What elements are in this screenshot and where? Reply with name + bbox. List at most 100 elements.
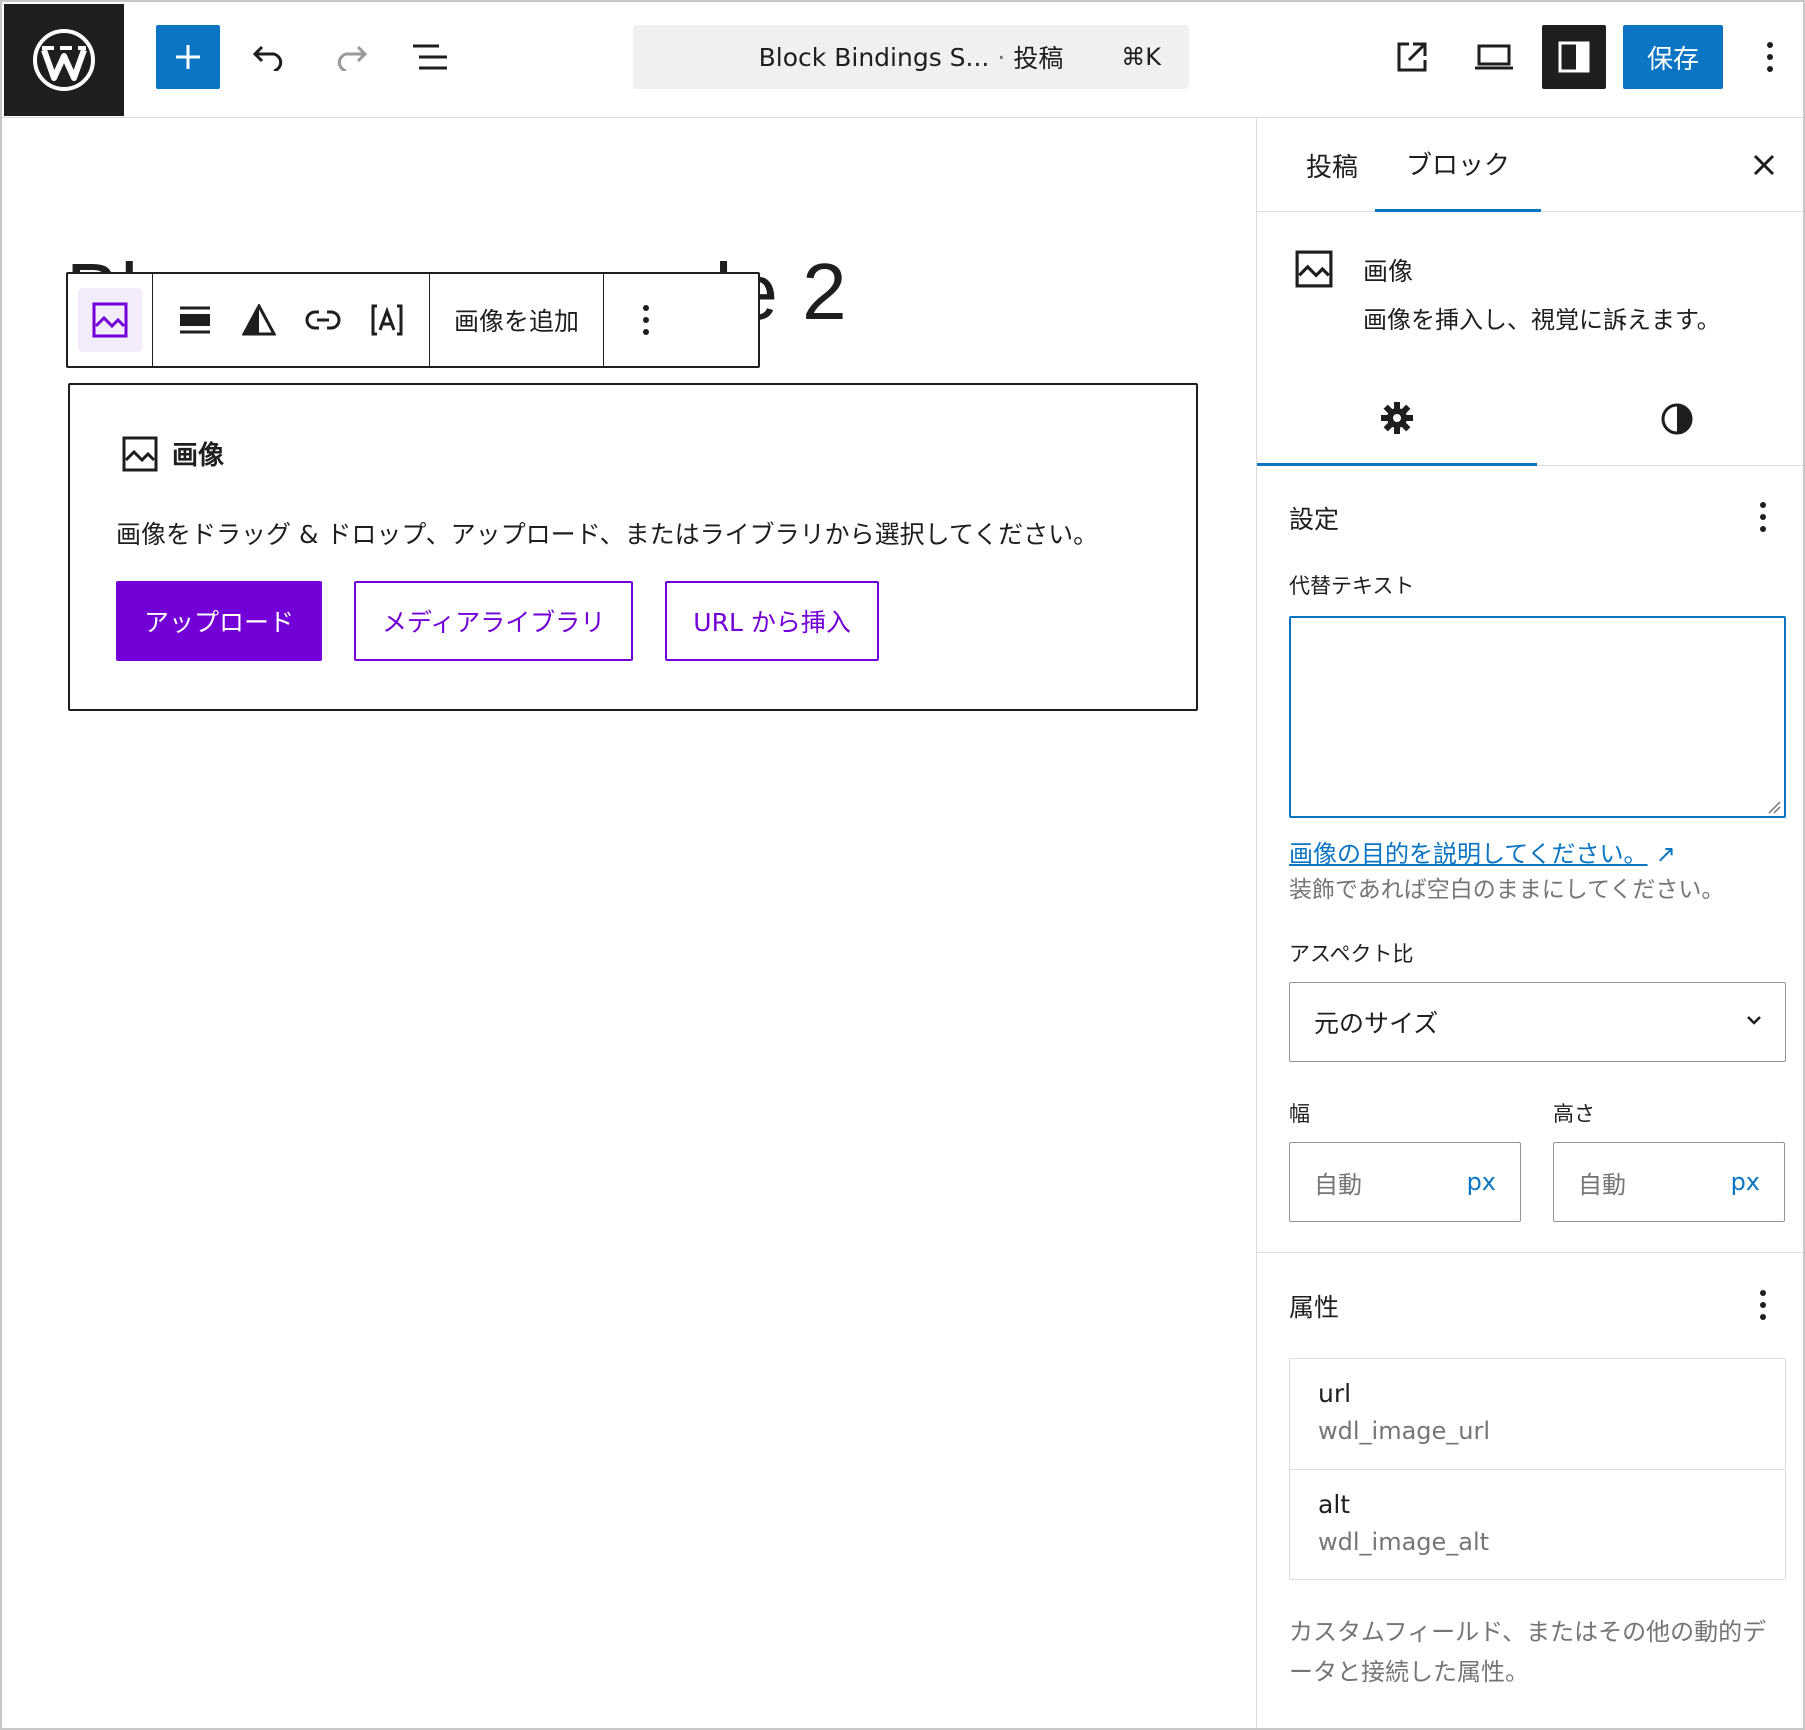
view-post-button[interactable] [1380,25,1444,89]
block-toolbar: 画像を追加 [66,272,760,368]
tab-styles[interactable] [1537,372,1803,466]
tab-settings[interactable] [1257,372,1537,466]
duotone-button[interactable] [227,288,291,352]
panel-divider [1257,1252,1803,1253]
block-card-title: 画像 [1363,257,1414,286]
settings-toggle-button[interactable] [1542,25,1606,89]
attribute-source: wdl_image_url [1318,1417,1491,1445]
tab-post[interactable]: 投稿 [1277,118,1387,212]
block-inspector-tabs [1257,372,1803,466]
plus-icon [176,45,200,69]
attributes-panel-options-button[interactable] [1743,1280,1783,1330]
redo-button[interactable] [318,25,382,89]
attribute-name: url [1318,1379,1352,1408]
external-link-icon [1397,42,1427,72]
document-overview-button[interactable] [398,25,462,89]
chevron-down-icon [1747,1016,1761,1025]
alt-text-help-text: 装飾であれば空白のままにしてください。 [1289,877,1725,903]
alt-text-help-link[interactable]: 画像の目的を説明してください。 ↗ [1289,834,1676,869]
top-toolbar: Block Bindings S... · 投稿 ⌘K 保存 [2,2,1803,118]
width-unit-select[interactable]: px [1467,1168,1496,1196]
list-view-icon [413,44,447,70]
options-button[interactable] [1740,25,1800,89]
gear-icon [1381,401,1413,434]
width-label: 幅 [1289,1102,1310,1126]
media-library-button[interactable]: メディアライブラリ [354,581,634,661]
attribute-item-url[interactable]: url wdl_image_url [1290,1359,1785,1469]
attributes-panel-title[interactable]: 属性 [1289,1288,1339,1324]
align-button[interactable] [163,288,227,352]
settings-panel-options-button[interactable] [1743,492,1783,542]
add-block-button[interactable] [156,25,220,89]
command-palette-bar[interactable]: Block Bindings S... · 投稿 ⌘K [633,25,1189,89]
block-controls-group [153,274,430,366]
editor-canvas[interactable]: Blple 2 [4,118,1256,1728]
width-placeholder: 自動 [1314,1170,1362,1199]
width-input[interactable]: 自動 px [1289,1142,1521,1222]
settings-sidebar: 投稿 ブロック 画像 画像を挿入し、視覚に訴えます。 設定 代替テキスト 画像の… [1256,118,1803,1728]
image-icon [1295,250,1333,288]
add-image-button[interactable]: 画像を追加 [440,302,593,338]
wordpress-logo-icon[interactable] [4,4,124,116]
alt-text-label: 代替テキスト [1289,574,1415,598]
align-icon [180,306,210,334]
editor-window: Block Bindings S... · 投稿 ⌘K 保存 2 画像を追加 画… [0,0,1805,1730]
save-button[interactable]: 保存 [1623,25,1723,89]
block-card: 画像 画像を挿入し、視覚に訴えます。 [1257,212,1803,342]
insert-from-url-button[interactable]: URL から挿入 [665,581,879,661]
link-icon [305,310,341,330]
settings-panel-title[interactable]: 設定 [1289,500,1339,536]
more-vertical-icon [1767,42,1773,72]
block-card-description: 画像を挿入し、視覚に訴えます。 [1363,306,1721,334]
height-unit-select[interactable]: px [1731,1168,1760,1196]
options-group [604,274,688,366]
attributes-help-text: カスタムフィールド、またはその他の動的データと接続した属性。 [1289,1618,1767,1686]
placeholder-description: 画像をドラッグ & ドロップ、アップロード、またはライブラリから選択してください… [116,520,1099,549]
close-sidebar-button[interactable] [1739,140,1789,190]
sidebar-tabs: 投稿 ブロック [1257,118,1803,212]
attribute-source: wdl_image_alt [1318,1528,1490,1556]
duotone-icon [242,304,276,336]
link-button[interactable] [291,288,355,352]
block-options-button[interactable] [614,288,678,352]
document-title: Block Bindings S... [758,42,990,72]
attributes-list: url wdl_image_url alt wdl_image_alt [1289,1358,1786,1580]
wordpress-logo-icon [33,29,95,91]
contrast-icon [1661,403,1693,435]
redo-icon [337,45,368,71]
sidebar-icon [1558,41,1590,73]
tab-block[interactable]: ブロック [1375,118,1541,212]
alt-text-help-link-label: 画像の目的を説明してください。 [1289,840,1648,868]
image-placeholder[interactable]: 画像 画像をドラッグ & ドロップ、アップロード、またはライブラリから選択してく… [68,383,1198,711]
caption-icon [371,304,403,336]
aspect-ratio-select[interactable]: 元のサイズ [1289,982,1786,1062]
resize-handle-icon[interactable] [1767,800,1781,814]
height-label: 高さ [1553,1102,1595,1126]
desktop-icon [1475,44,1513,70]
image-block-button[interactable] [78,288,142,352]
document-type: 投稿 [1013,44,1064,73]
height-placeholder: 自動 [1578,1170,1626,1199]
placeholder-header: 画像 [122,435,224,472]
preview-device-button[interactable] [1462,25,1526,89]
image-icon [122,436,158,471]
attribute-name: alt [1318,1490,1351,1519]
replace-group: 画像を追加 [430,274,605,366]
arrow-up-right-icon: ↗ [1655,840,1676,868]
undo-button[interactable] [238,25,302,89]
block-type-group [68,274,153,366]
attribute-item-alt[interactable]: alt wdl_image_alt [1290,1469,1785,1579]
command-shortcut: ⌘K [1121,43,1161,71]
upload-button[interactable]: アップロード [116,581,323,661]
height-input[interactable]: 自動 px [1553,1142,1785,1222]
alt-text-input[interactable] [1289,616,1786,818]
close-icon [1753,154,1775,176]
undo-icon [252,45,283,71]
image-icon [92,302,128,338]
more-vertical-icon [643,305,650,335]
aspect-ratio-value: 元のサイズ [1314,1009,1439,1038]
more-vertical-icon [1760,1290,1766,1320]
more-vertical-icon [1760,502,1766,532]
text-overlay-button[interactable] [355,288,419,352]
placeholder-actions: アップロード メディアライブラリ URL から挿入 [116,581,879,661]
